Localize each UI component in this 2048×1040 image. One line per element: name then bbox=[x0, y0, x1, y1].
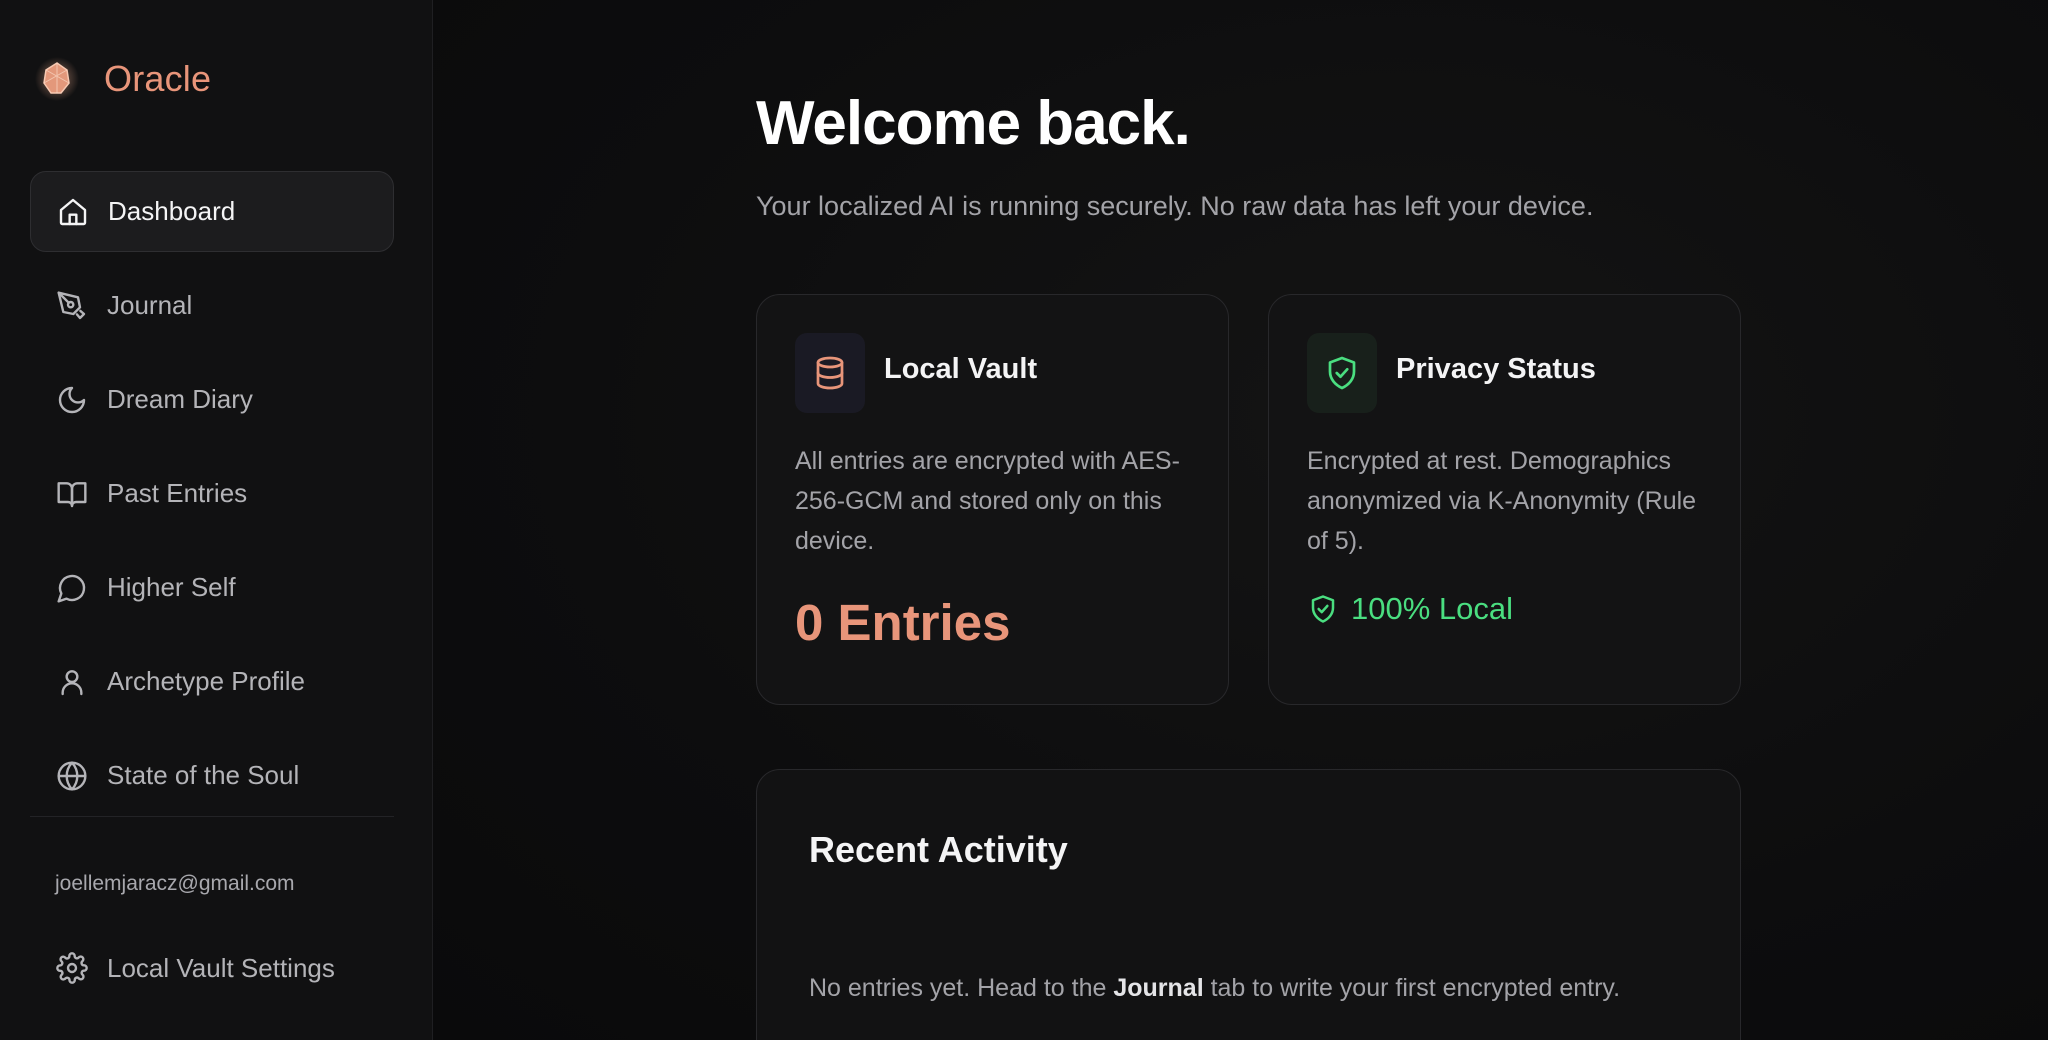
empty-state-message: No entries yet. Head to the Journal tab … bbox=[809, 974, 1620, 1003]
card-title: Privacy Status bbox=[1396, 353, 1596, 385]
page-subtitle: Your localized AI is running securely. N… bbox=[756, 191, 1594, 221]
card-description: All entries are encrypted with AES-256-G… bbox=[795, 447, 1180, 555]
local-vault-settings-button[interactable]: Local Vault Settings bbox=[55, 948, 335, 988]
privacy-status-badge: 100% Local bbox=[1307, 591, 1513, 627]
sidebar-item-dashboard[interactable]: Dashboard bbox=[30, 171, 394, 252]
card-title: Local Vault bbox=[884, 353, 1038, 385]
globe-icon bbox=[55, 759, 89, 793]
pen-nib-icon bbox=[55, 289, 89, 323]
empty-state-prefix: No entries yet. Head to the bbox=[809, 974, 1114, 1002]
book-open-icon bbox=[55, 477, 89, 511]
sidebar-item-label: State of the Soul bbox=[107, 760, 300, 790]
home-icon bbox=[56, 195, 90, 229]
user-email: joellemjaracz@gmail.com bbox=[55, 872, 295, 895]
brand-name: Oracle bbox=[104, 58, 212, 99]
recent-activity-panel: Recent Activity No entries yet. Head to … bbox=[756, 769, 1741, 1040]
sidebar-nav: Dashboard Journal Dream Diary Past Entri… bbox=[30, 171, 394, 829]
page-title: Welcome back. bbox=[756, 89, 1191, 158]
main-content: Welcome back. Your localized AI is runni… bbox=[433, 0, 2048, 1040]
gear-icon bbox=[55, 951, 89, 985]
sidebar-divider bbox=[30, 816, 394, 817]
sidebar-item-label: Dream Diary bbox=[107, 384, 253, 414]
moon-icon bbox=[55, 383, 89, 417]
shield-check-icon bbox=[1307, 593, 1339, 625]
oracle-logo-icon bbox=[34, 56, 80, 102]
sidebar-item-archetype-profile[interactable]: Archetype Profile bbox=[30, 641, 394, 722]
sidebar-item-state-of-the-soul[interactable]: State of the Soul bbox=[30, 735, 394, 816]
chat-bubble-icon bbox=[55, 571, 89, 605]
entries-count: 0 Entries bbox=[795, 594, 1011, 651]
sidebar-item-past-entries[interactable]: Past Entries bbox=[30, 453, 394, 534]
sidebar-item-label: Journal bbox=[107, 290, 193, 320]
sidebar-item-higher-self[interactable]: Higher Self bbox=[30, 547, 394, 628]
shield-check-icon bbox=[1307, 333, 1377, 413]
sidebar: Oracle Dashboard Journal Dream Diary Pas… bbox=[0, 0, 433, 1040]
privacy-status-text: 100% Local bbox=[1351, 591, 1514, 626]
sidebar-item-label: Higher Self bbox=[107, 572, 236, 602]
empty-state-suffix: tab to write your first encrypted entry. bbox=[1203, 974, 1621, 1002]
sidebar-item-dream-diary[interactable]: Dream Diary bbox=[30, 359, 394, 440]
app-root: Oracle Dashboard Journal Dream Diary Pas… bbox=[0, 0, 2048, 1040]
sidebar-item-label: Archetype Profile bbox=[107, 666, 305, 696]
local-vault-settings-label: Local Vault Settings bbox=[107, 952, 335, 983]
section-title: Recent Activity bbox=[809, 829, 1068, 870]
user-icon bbox=[55, 665, 89, 699]
sidebar-item-label: Dashboard bbox=[108, 196, 236, 226]
sidebar-item-label: Past Entries bbox=[107, 478, 248, 508]
database-icon bbox=[795, 333, 865, 413]
local-vault-card: Local Vault All entries are encrypted wi… bbox=[756, 294, 1229, 705]
privacy-status-card: Privacy Status Encrypted at rest. Demogr… bbox=[1268, 294, 1741, 705]
journal-tab-reference: Journal bbox=[1113, 974, 1204, 1002]
brand[interactable]: Oracle bbox=[34, 54, 211, 104]
card-description: Encrypted at rest. Demographics anonymiz… bbox=[1307, 447, 1697, 555]
sidebar-item-journal[interactable]: Journal bbox=[30, 265, 394, 346]
